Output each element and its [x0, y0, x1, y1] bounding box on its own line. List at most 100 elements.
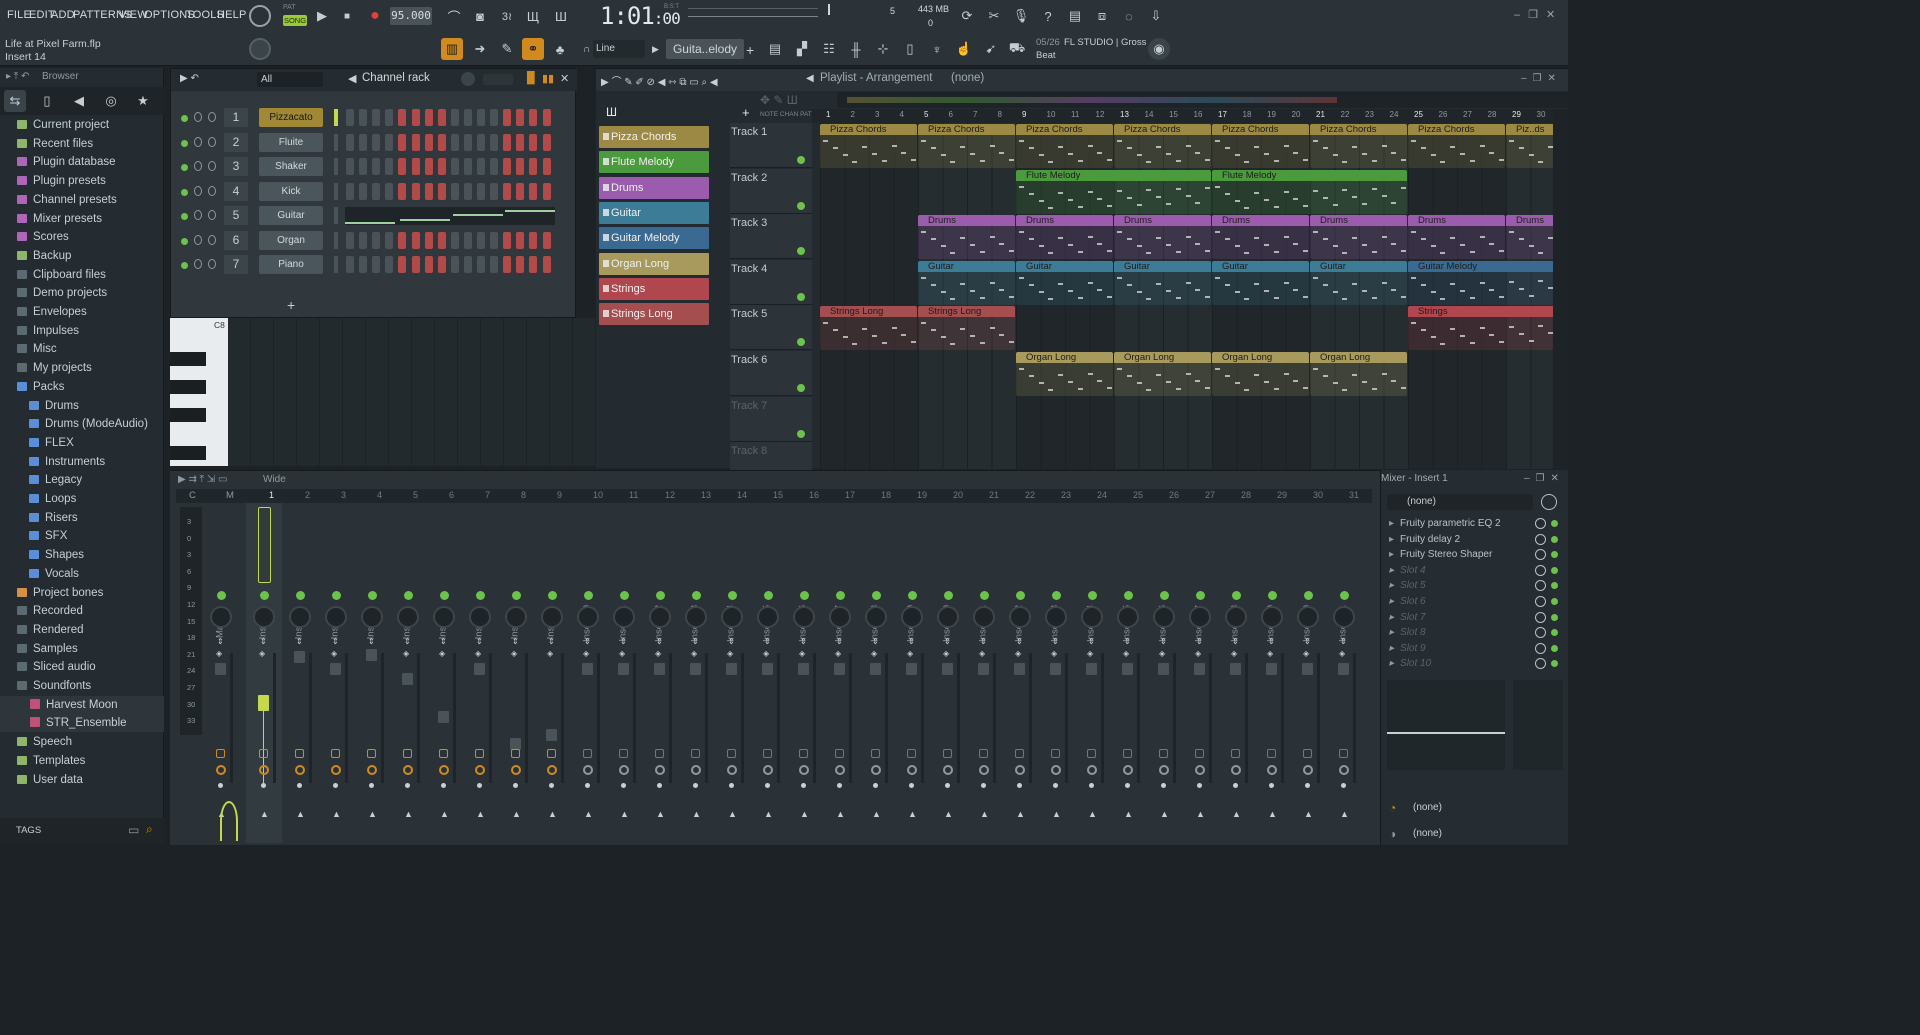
insert-input-select[interactable]: (none)	[1387, 494, 1533, 510]
channel-number[interactable]: 1	[224, 108, 248, 127]
stereo-icon[interactable]: ◈	[1195, 649, 1201, 658]
bar-number[interactable]: 28	[1488, 110, 1497, 119]
record-arm-icon[interactable]	[439, 765, 449, 775]
bar-number[interactable]: 25	[1414, 110, 1423, 119]
browser-item[interactable]: Recorded	[0, 602, 164, 620]
pan-knob[interactable]	[1045, 606, 1067, 628]
playlist-clip[interactable]: Strings	[1408, 306, 1554, 351]
stereo-icon[interactable]: ◈	[871, 649, 877, 658]
playlist-clip[interactable]: Organ Long	[1212, 352, 1309, 396]
channel-rack-window-icon[interactable]: ☷	[818, 38, 840, 60]
strip-mute-led[interactable]	[620, 591, 629, 600]
mixer-track-number[interactable]: 7	[485, 490, 490, 500]
send-arrow-icon[interactable]: ▲	[1268, 809, 1277, 819]
step-button[interactable]	[411, 158, 420, 175]
fx-enable-icon[interactable]	[475, 749, 484, 758]
step-button[interactable]	[529, 158, 538, 175]
playlist-clip[interactable]: Flute Melody	[1016, 169, 1211, 214]
cut-icon[interactable]: ✂	[983, 5, 1005, 27]
mixer-track-number[interactable]: 21	[989, 490, 999, 500]
channel-number[interactable]: 4	[224, 181, 248, 201]
step-button[interactable]	[503, 109, 512, 126]
stereo-icon[interactable]: ◈	[1123, 649, 1129, 658]
mixer-track-number[interactable]: 10	[593, 490, 603, 500]
stamp-icon[interactable]: ♣	[549, 38, 571, 60]
route-dot[interactable]	[837, 783, 842, 788]
channel-name-button[interactable]: Fluite	[259, 132, 323, 152]
fx-enable-icon[interactable]	[655, 749, 664, 758]
step-button[interactable]	[542, 182, 551, 200]
channel-select-indicator[interactable]	[334, 109, 338, 126]
browser-icon[interactable]: ▯	[899, 38, 921, 60]
strip-mute-led[interactable]	[476, 591, 485, 600]
volume-fader[interactable]	[762, 663, 773, 675]
step-button[interactable]	[424, 133, 433, 151]
stereo-icon[interactable]: ◈	[907, 649, 913, 658]
fx-enable-icon[interactable]	[1159, 749, 1168, 758]
record-arm-icon[interactable]	[691, 765, 701, 775]
browser-item[interactable]: Drums	[0, 397, 164, 415]
channel-volume-knob[interactable]	[208, 210, 216, 220]
bar-number[interactable]: 14	[1145, 110, 1154, 119]
volume-fader[interactable]	[366, 649, 377, 661]
record-arm-icon[interactable]	[907, 765, 917, 775]
fx-enable-icon[interactable]	[583, 749, 592, 758]
step-button[interactable]	[359, 256, 368, 273]
strip-mute-led[interactable]	[728, 591, 737, 600]
slot-enable-led[interactable]	[1551, 535, 1558, 543]
route-dot[interactable]	[585, 783, 590, 788]
mixer-track-number[interactable]: 30	[1313, 490, 1323, 500]
stereo-icon[interactable]: ◈	[1051, 649, 1057, 658]
slot-mix-knob[interactable]	[1535, 564, 1546, 576]
send-arrow-icon[interactable]: ▲	[656, 809, 665, 819]
slot-enable-led[interactable]	[1551, 566, 1558, 574]
menu-item-add[interactable]: ADD	[51, 9, 75, 21]
news-text[interactable]: FL STUDIO | Gross	[1064, 37, 1146, 48]
strip-mute-led[interactable]	[1088, 591, 1097, 600]
volume-fader[interactable]	[474, 663, 485, 675]
pan-knob[interactable]	[289, 606, 311, 628]
mixer-strip[interactable]: Insert 11⇕◈▲	[606, 503, 642, 843]
send-arrow-icon[interactable]: ▲	[404, 809, 413, 819]
stereo-sep-icon[interactable]: ⇕	[332, 637, 339, 646]
step-button[interactable]	[490, 231, 499, 249]
browser-all-tab-icon[interactable]: ⇆	[4, 90, 26, 112]
stereo-icon[interactable]: ◈	[727, 649, 733, 658]
send-arrow-icon[interactable]: ▲	[800, 809, 809, 819]
stereo-icon[interactable]: ◈	[1231, 649, 1237, 658]
channel-name-button[interactable]: Pizzacato	[259, 108, 323, 127]
browser-item[interactable]: Misc	[0, 340, 164, 358]
mixer-strip[interactable]: Insert 15⇕◈▲	[750, 503, 786, 843]
add-channel-button[interactable]: +	[287, 297, 295, 313]
pan-knob[interactable]	[1297, 606, 1319, 628]
playlist-clip[interactable]: Drums	[1016, 215, 1113, 260]
playlist-clip[interactable]: Guitar	[1212, 260, 1309, 305]
send-arrow-icon[interactable]: ▲	[908, 809, 917, 819]
track-mute-led[interactable]	[797, 201, 805, 210]
fx-enable-icon[interactable]	[1267, 749, 1276, 758]
playlist-scrollbar[interactable]	[1553, 109, 1568, 469]
strip-mute-led[interactable]	[440, 591, 449, 600]
step-button[interactable]	[529, 133, 538, 151]
channel-mute-led[interactable]	[181, 139, 188, 147]
route-dot[interactable]	[621, 783, 626, 788]
track-header[interactable]: Track 5	[730, 305, 812, 351]
arrow-right-icon[interactable]: ➜	[469, 38, 491, 60]
record-arm-icon[interactable]	[331, 765, 341, 775]
browser-item[interactable]: Channel presets	[0, 191, 164, 209]
slot-expand-icon[interactable]: ▸	[1389, 534, 1394, 545]
mixer-strip[interactable]: Insert 26⇕◈▲	[1146, 503, 1182, 843]
track-mute-led[interactable]	[797, 338, 805, 347]
step-button[interactable]	[529, 256, 538, 273]
mixer-strip[interactable]: Insert 23⇕◈▲	[1038, 503, 1074, 843]
channel-volume-knob[interactable]	[208, 234, 216, 245]
mixer-track-number[interactable]: 13	[701, 490, 711, 500]
playlist-clip[interactable]: Drums	[1310, 215, 1407, 260]
bar-number[interactable]: 7	[973, 110, 977, 119]
send-arrow-icon[interactable]: ▲	[836, 809, 845, 819]
mixer-track-number[interactable]: 28	[1241, 490, 1251, 500]
channel-name-button[interactable]: Kick	[259, 181, 323, 201]
volume-fader[interactable]	[1086, 663, 1097, 675]
save-icon[interactable]: ▤	[1064, 5, 1086, 27]
mixer-track-number[interactable]: 17	[845, 490, 855, 500]
